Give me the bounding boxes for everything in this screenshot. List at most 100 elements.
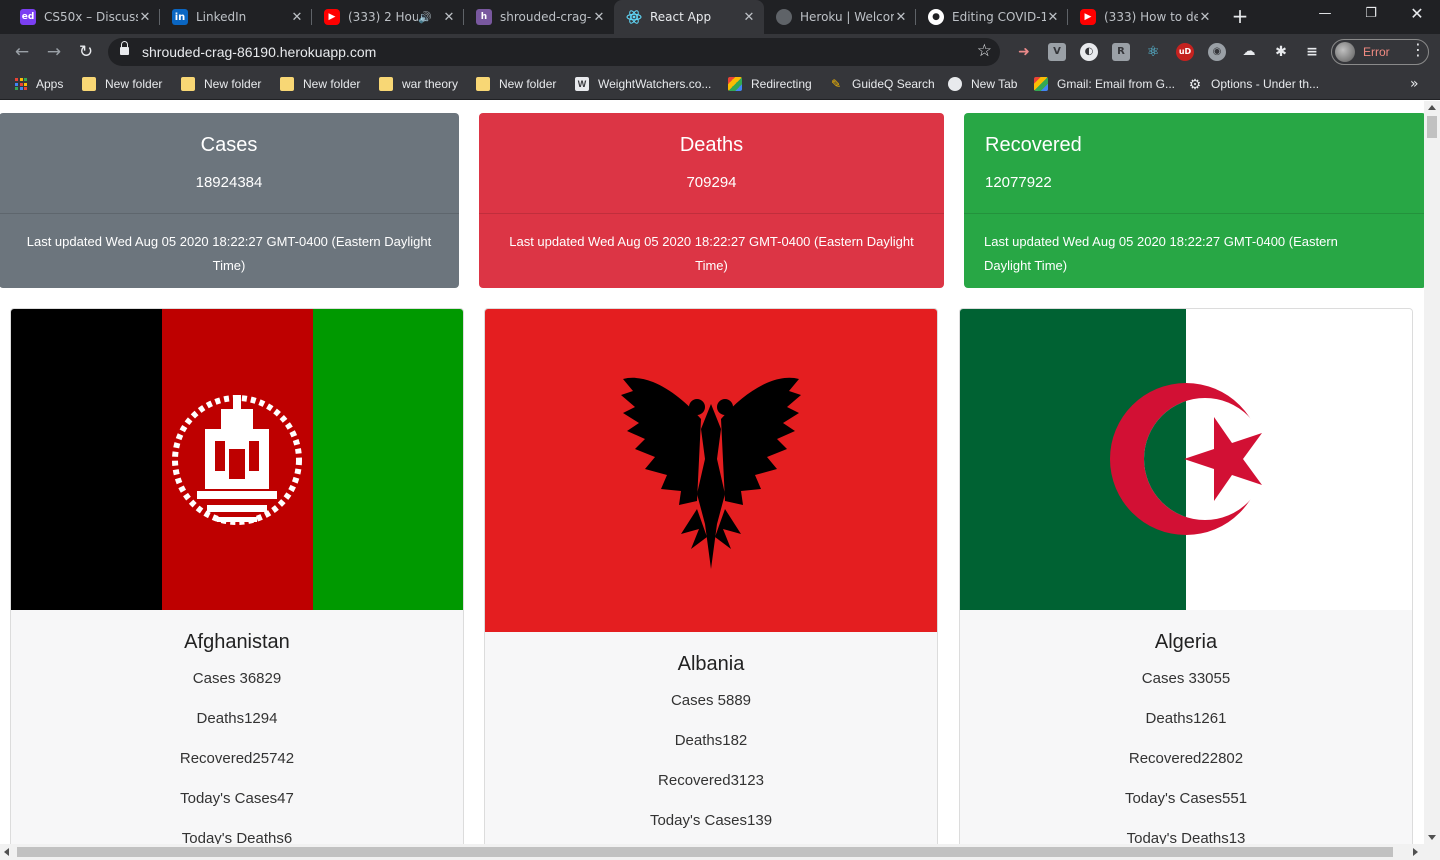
guideq-icon: ✎	[830, 77, 842, 91]
country-card-algeria: Algeria Cases 33055 Deaths1261 Recovered…	[959, 308, 1413, 844]
bookmark-folder[interactable]: war theory	[379, 77, 458, 91]
apps-grid-icon	[15, 78, 27, 90]
bookmark-label: Redirecting	[751, 77, 812, 91]
bookmark-apps[interactable]: Apps	[15, 77, 63, 91]
google-icon	[728, 77, 742, 91]
youtube-icon: ▶	[1080, 9, 1096, 25]
tab-label: React App	[650, 10, 712, 24]
avatar	[1335, 42, 1355, 62]
close-window-button[interactable]: ✕	[1394, 0, 1440, 30]
tab-heroku[interactable]: Heroku | Welcom ✕	[764, 0, 916, 34]
bookmark-weightwatchers[interactable]: W WeightWatchers.co...	[575, 77, 711, 91]
page-viewport: Cases 18924384 Last updated Wed Aug 05 2…	[0, 101, 1424, 844]
bookmark-star-icon[interactable]: ☆	[977, 41, 992, 61]
bookmark-folder[interactable]: New folder	[476, 77, 556, 91]
close-icon[interactable]: ✕	[290, 10, 304, 25]
forward-button[interactable]: →	[41, 39, 67, 65]
vertical-scrollbar[interactable]	[1424, 101, 1440, 844]
extension-icon[interactable]: R	[1112, 43, 1130, 61]
country-recovered: Recovered3123	[658, 772, 764, 789]
extensions-puzzle-icon[interactable]: ✱	[1272, 43, 1290, 61]
media-control-icon[interactable]: ≡	[1303, 43, 1321, 61]
tab-cs50x[interactable]: ed CS50x – Discussi ✕	[8, 0, 160, 34]
scroll-right-icon[interactable]	[1413, 848, 1418, 856]
address-bar[interactable]: shrouded-crag-86190.herokuapp.com ☆	[108, 38, 1000, 66]
chrome-menu-icon[interactable]: ⋮	[1410, 40, 1426, 59]
tab-heroku-app[interactable]: h shrouded-crag-8 ✕	[464, 0, 614, 34]
v-extension-icon[interactable]: V	[1048, 43, 1066, 61]
close-icon[interactable]: ✕	[742, 10, 756, 25]
tab-label: shrouded-crag-8	[500, 10, 592, 24]
minimize-button[interactable]: —	[1302, 0, 1348, 30]
bookmark-new-tab[interactable]: New Tab	[948, 77, 1017, 91]
tab-strip: ed CS50x – Discussi ✕ in LinkedIn ✕ ▶ (3…	[0, 0, 1440, 34]
restore-button[interactable]: ❐	[1348, 0, 1394, 30]
horizontal-scrollbar[interactable]	[0, 844, 1440, 860]
country-recovered: Recovered22802	[1128, 750, 1244, 767]
extension-icon[interactable]: ◉	[1208, 43, 1226, 61]
tab-label: CS50x – Discussi	[44, 10, 138, 24]
close-icon[interactable]: ✕	[138, 10, 152, 25]
bookmark-label: Options - Under th...	[1211, 77, 1320, 91]
edx-icon: ed	[20, 9, 36, 25]
cases-total: 18924384	[195, 174, 263, 191]
bookmark-guideq[interactable]: ✎ GuideQ Search	[829, 77, 935, 91]
country-card-afghanistan: Afghanistan Cases 36829 Deaths1294 Recov…	[10, 308, 464, 844]
country-name: Albania	[677, 653, 745, 675]
extension-icon[interactable]: ➜	[1015, 43, 1033, 61]
scroll-thumb[interactable]	[17, 847, 1393, 857]
bookmark-gmail[interactable]: Gmail: Email from G...	[1034, 77, 1175, 91]
react-icon	[626, 9, 642, 25]
bookmark-folder[interactable]: New folder	[82, 77, 162, 91]
country-name: Algeria	[1154, 631, 1218, 653]
scroll-left-icon[interactable]	[4, 848, 9, 856]
tab-react-app[interactable]: React App ✕	[614, 0, 764, 34]
folder-icon	[379, 77, 393, 91]
ublock-icon[interactable]: uD	[1176, 43, 1194, 61]
speaker-icon[interactable]: 🔊	[418, 11, 432, 24]
linkedin-icon: in	[172, 9, 188, 25]
scroll-up-icon[interactable]	[1428, 105, 1436, 110]
url-text: shrouded-crag-86190.herokuapp.com	[142, 44, 377, 60]
heroku-icon: h	[476, 9, 492, 25]
gear-icon: ⚙	[1188, 76, 1202, 92]
scroll-down-icon[interactable]	[1428, 835, 1436, 840]
country-today-deaths: Today's Deaths6	[181, 830, 293, 844]
profile-status: Error	[1363, 45, 1390, 59]
tab-label: Heroku | Welcom	[800, 10, 894, 24]
recovered-total: 12077922	[985, 174, 1052, 191]
tab-label: LinkedIn	[196, 10, 247, 24]
bookmark-folder[interactable]: New folder	[181, 77, 261, 91]
reload-button[interactable]: ↻	[73, 39, 99, 65]
extension-icon[interactable]: ☁	[1240, 43, 1258, 61]
bookmarks-overflow-icon[interactable]: »	[1410, 76, 1419, 92]
tab-github[interactable]: ● Editing COVID-1 ✕	[916, 0, 1068, 34]
tab-linkedin[interactable]: in LinkedIn ✕	[160, 0, 312, 34]
close-icon[interactable]: ✕	[1198, 10, 1212, 25]
weightwatchers-icon: W	[575, 77, 589, 91]
lock-icon	[120, 41, 129, 56]
close-icon[interactable]: ✕	[894, 10, 908, 25]
close-icon[interactable]: ✕	[592, 10, 606, 25]
extension-icon[interactable]: ◐	[1080, 43, 1098, 61]
cases-title: Cases	[200, 134, 258, 156]
new-tab-button[interactable]: +	[1228, 5, 1252, 29]
bookmark-label: New Tab	[971, 77, 1018, 91]
close-icon[interactable]: ✕	[1046, 10, 1060, 25]
tab-youtube-1[interactable]: ▶ (333) 2 Hour 🔊 ✕	[312, 0, 464, 34]
browser-toolbar: ← → ↻ shrouded-crag-86190.herokuapp.com …	[0, 34, 1440, 70]
tab-youtube-2[interactable]: ▶ (333) How to de ✕	[1068, 0, 1220, 34]
folder-icon	[280, 77, 294, 91]
bookmark-folder[interactable]: New folder	[280, 77, 360, 91]
globe-icon	[776, 9, 792, 25]
bookmark-options[interactable]: ⚙ Options - Under th...	[1188, 77, 1319, 91]
country-deaths: Deaths1294	[196, 710, 278, 727]
react-devtools-icon[interactable]: ⚛	[1144, 43, 1162, 61]
bookmark-redirecting[interactable]: Redirecting	[728, 77, 812, 91]
country-cases: Cases 36829	[192, 670, 282, 687]
google-icon	[1034, 77, 1048, 91]
back-button[interactable]: ←	[9, 39, 35, 65]
close-icon[interactable]: ✕	[442, 10, 456, 25]
bookmark-label: war theory	[402, 77, 459, 91]
scroll-thumb[interactable]	[1427, 116, 1437, 138]
